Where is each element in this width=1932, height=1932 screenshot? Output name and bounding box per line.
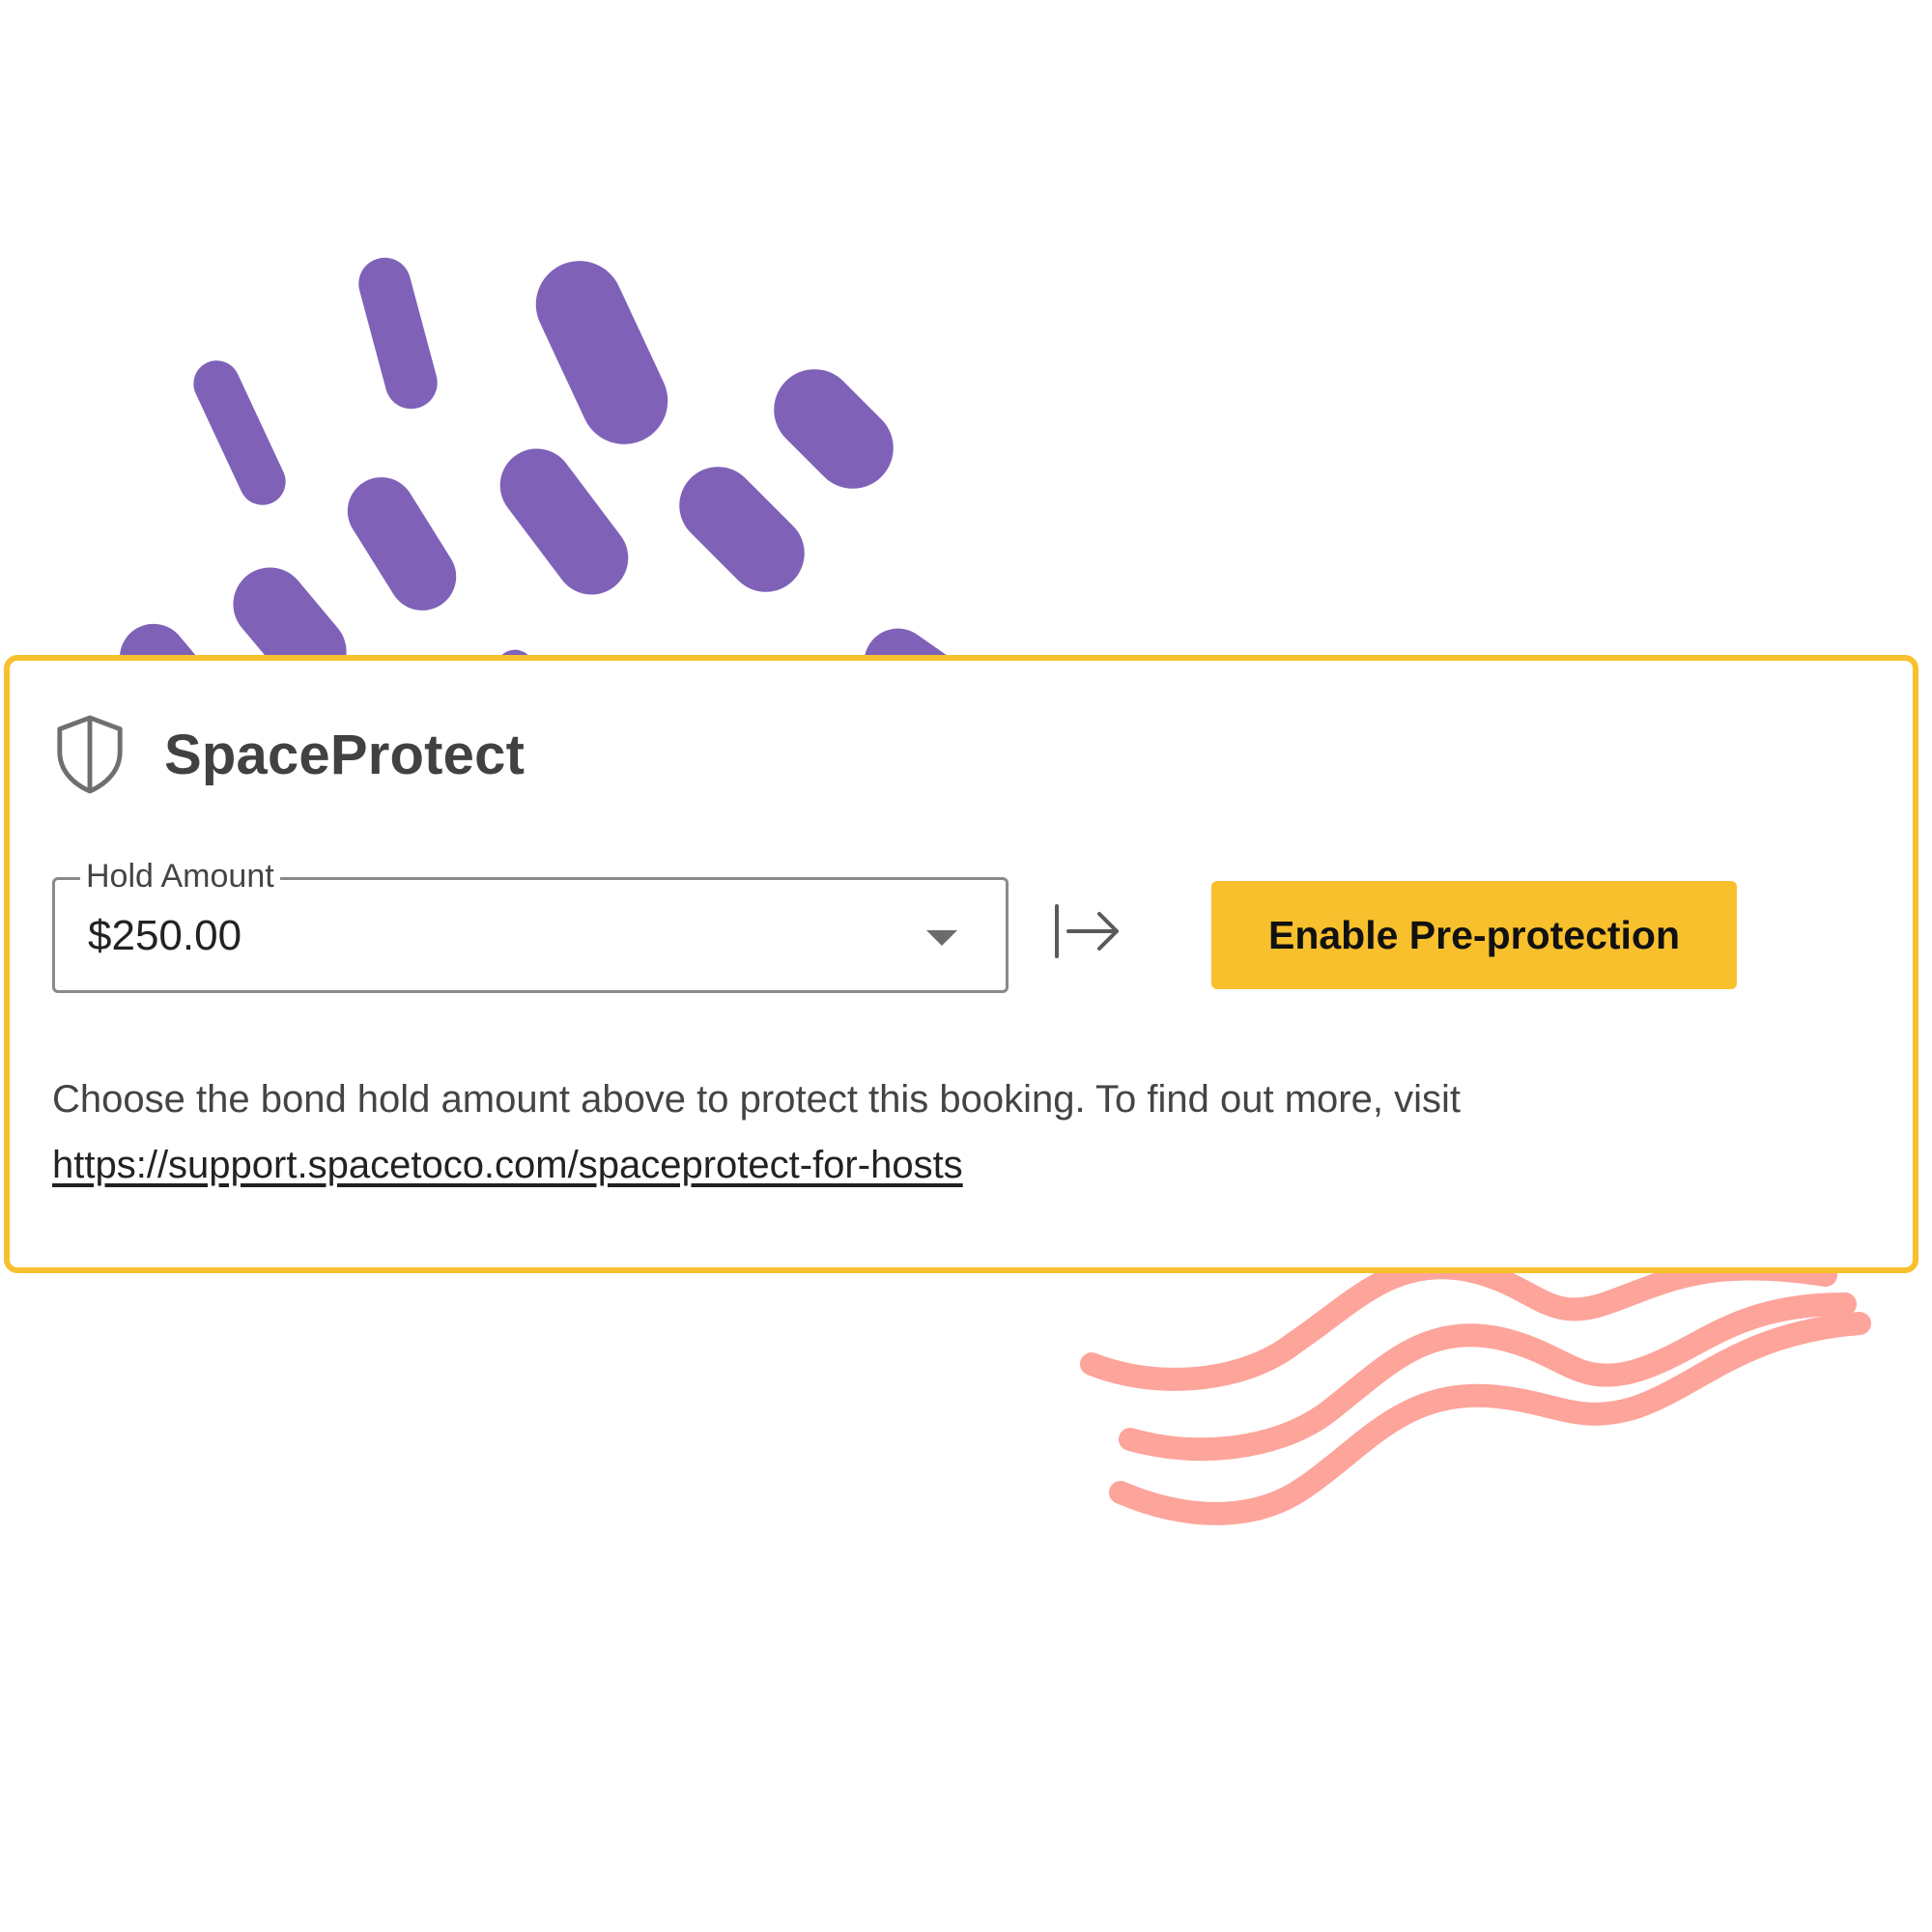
purple-dash [774,369,894,489]
help-text: Choose the bond hold amount above to pro… [52,1078,1461,1121]
card-header: SpaceProtect [52,711,525,798]
shield-icon [57,715,123,794]
hold-amount-value: $250.00 [88,912,242,959]
purple-dash [358,257,438,410]
card-title: SpaceProtect [164,723,526,786]
arrow-right-to-bar-icon [1055,904,1119,958]
hold-amount-label: Hold Amount [80,855,280,897]
purple-dash [535,261,668,444]
enable-pre-protection-button[interactable]: Enable Pre-protection [1211,881,1737,989]
hold-amount-select[interactable]: Hold Amount $250.00 [52,855,1009,993]
page: SpaceProtect Hold Amount $250.00 Enable … [0,0,1932,1932]
support-link[interactable]: https://support.spacetoco.com/spaceprote… [52,1132,963,1198]
purple-dash [499,448,629,595]
purple-dash [679,467,805,592]
purple-dash [193,360,286,505]
help-paragraph: Choose the bond hold amount above to pro… [52,1066,1868,1198]
pink-waves [1080,1256,1871,1525]
chevron-down-icon [926,930,957,946]
purple-dash [347,477,457,611]
spaceprotect-card: SpaceProtect Hold Amount $250.00 Enable … [4,655,1918,1273]
pink-wave [1109,1312,1871,1525]
